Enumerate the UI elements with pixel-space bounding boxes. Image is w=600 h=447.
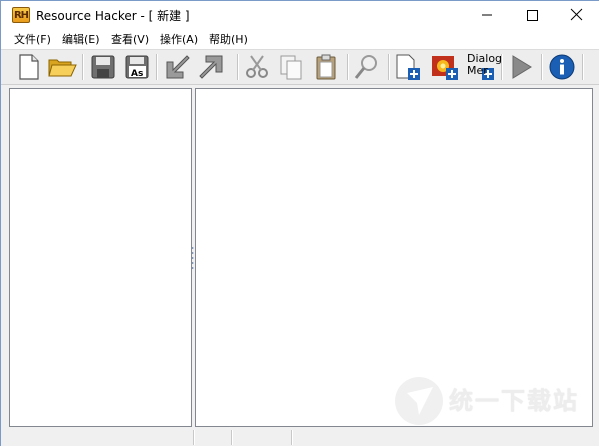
minimize-button[interactable] (464, 1, 509, 29)
watermark-logo-icon (395, 377, 443, 425)
toolbar-separator (347, 54, 349, 80)
minimize-icon (482, 14, 492, 16)
dialog-merge-label-line2: Mer (467, 64, 488, 77)
export-arrow-icon (199, 55, 223, 79)
save-as-icon: As (125, 55, 149, 79)
toolbar-separator (501, 54, 503, 80)
watermark: 统一下载站 (393, 373, 593, 433)
copy-icon (280, 55, 302, 80)
toolbar-separator (82, 54, 84, 80)
import-arrow-icon (166, 55, 190, 79)
save-as-icon-text: As (131, 69, 143, 79)
title-bar[interactable]: RH Resource Hacker - [ 新建 ] (1, 1, 599, 29)
open-folder-icon (48, 59, 77, 77)
copy-button[interactable] (275, 52, 307, 82)
new-file-icon (19, 54, 39, 80)
resource-tree-pane[interactable] (9, 88, 192, 427)
save-icon (91, 55, 115, 79)
new-button[interactable] (12, 52, 44, 82)
import-button[interactable] (161, 52, 193, 82)
find-button[interactable] (351, 52, 383, 82)
grip-dots-icon (191, 247, 194, 269)
add-image-icon (432, 56, 458, 80)
menu-file[interactable]: 文件(F) (14, 31, 51, 47)
paste-icon (316, 54, 336, 80)
watermark-text: 统一下载站 (449, 387, 579, 415)
save-button[interactable] (87, 52, 119, 82)
menu-edit[interactable]: 编辑(E) (62, 31, 100, 47)
menu-view[interactable]: 查看(V) (111, 31, 149, 47)
menu-action[interactable]: 操作(A) (160, 31, 198, 47)
run-button[interactable] (505, 52, 537, 82)
menu-bar: 文件(F) 编辑(E) 查看(V) 操作(A) 帮助(H) (1, 29, 599, 49)
status-separator (291, 430, 293, 445)
paste-button[interactable] (310, 52, 342, 82)
add-image-button[interactable] (429, 52, 461, 82)
info-icon (549, 54, 575, 80)
status-separator (193, 430, 195, 445)
export-button[interactable] (196, 52, 228, 82)
status-separator (231, 430, 233, 445)
maximize-icon (527, 10, 538, 21)
menu-help[interactable]: 帮助(H) (209, 31, 248, 47)
app-logo-icon: RH (12, 7, 30, 23)
close-icon (570, 8, 583, 21)
dialog-merge-label: Dialog Mer (467, 53, 502, 77)
toolbar-separator (388, 54, 390, 80)
scissors-icon (246, 55, 268, 78)
toolbar-separator (156, 54, 158, 80)
about-button[interactable] (546, 52, 578, 82)
cut-button[interactable] (241, 52, 273, 82)
add-resource-button[interactable] (392, 52, 424, 82)
open-button[interactable] (46, 52, 78, 82)
magnifier-icon (354, 55, 377, 79)
toolbar-separator (541, 54, 543, 80)
add-resource-icon (396, 54, 420, 80)
close-button[interactable] (554, 1, 599, 29)
toolbar-separator (237, 54, 239, 80)
window-title: Resource Hacker - [ 新建 ] (36, 9, 190, 23)
toolbar-separator (582, 54, 584, 80)
play-icon (512, 55, 532, 79)
splitter-handle[interactable] (191, 246, 194, 270)
app-window: RH Resource Hacker - [ 新建 ] 文件(F) 编辑(E) … (0, 0, 599, 446)
save-as-button[interactable]: As (121, 52, 153, 82)
maximize-button[interactable] (509, 1, 554, 29)
